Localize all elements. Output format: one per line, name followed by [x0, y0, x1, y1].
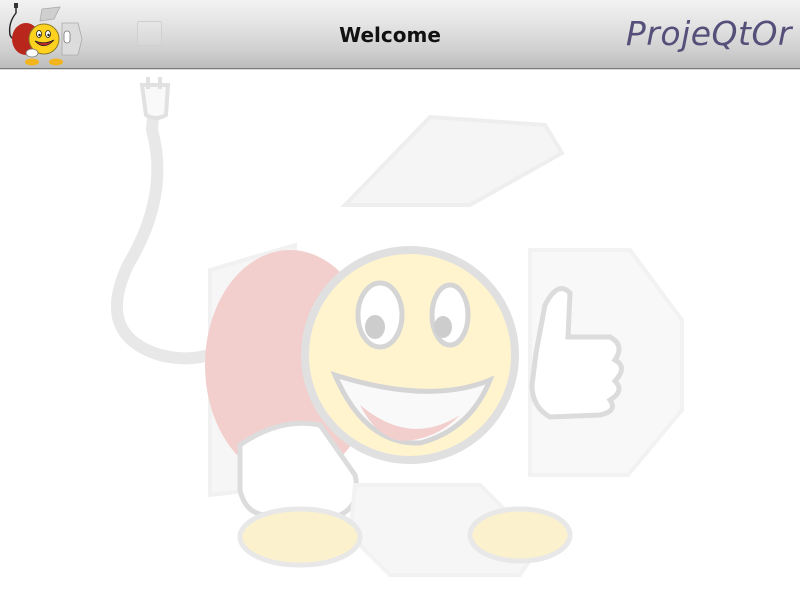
app-logo-icon[interactable] [2, 1, 84, 67]
mascot-watermark-image [100, 75, 700, 585]
brand-name: ProjeQtOr [625, 14, 792, 53]
page-title: Welcome [339, 23, 441, 47]
menu-toggle-button[interactable] [137, 21, 162, 46]
welcome-page: Welcome ProjeQtOr [0, 0, 800, 600]
top-bar: Welcome ProjeQtOr [0, 0, 800, 69]
